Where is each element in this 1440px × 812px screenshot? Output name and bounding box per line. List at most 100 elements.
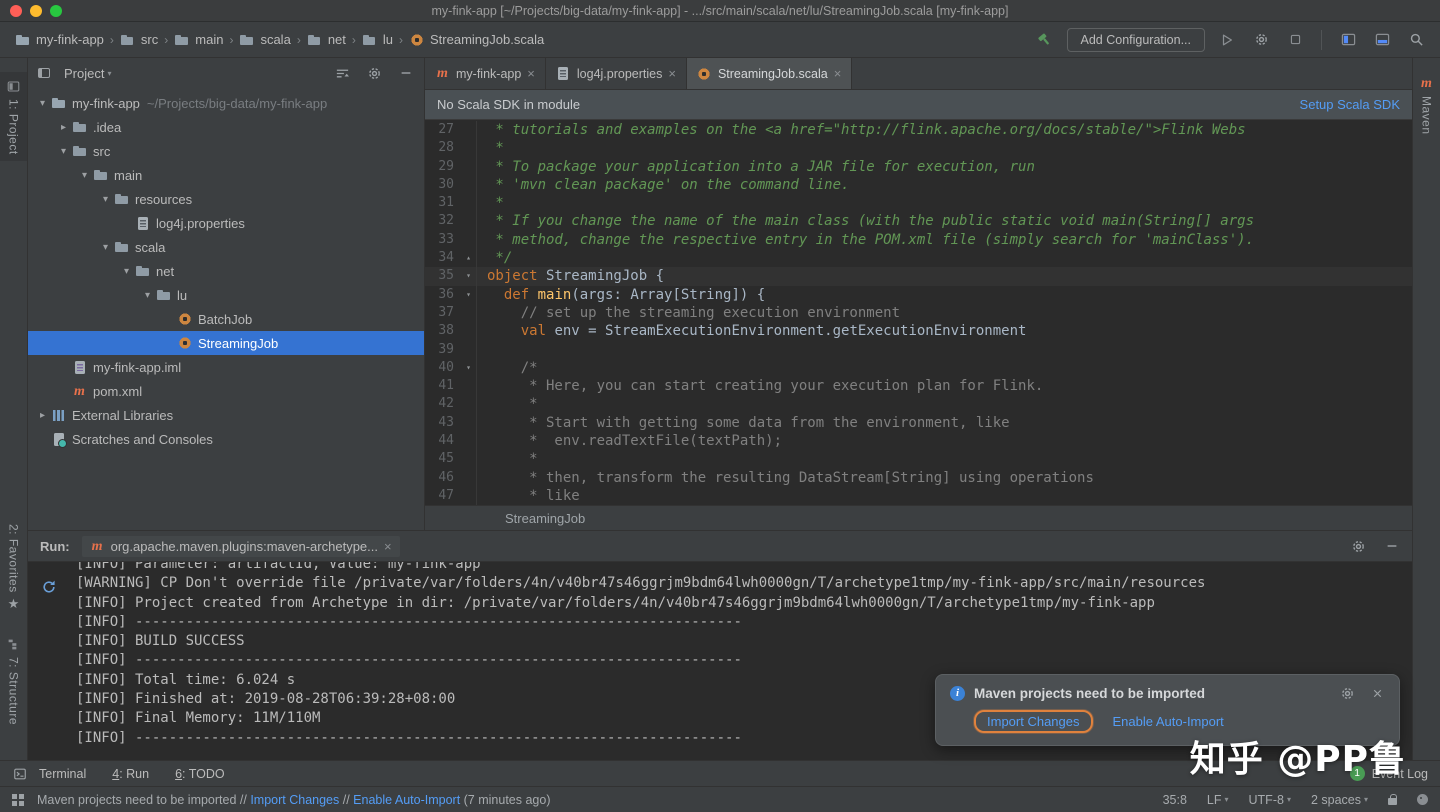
code-line-43[interactable]: 43 * Start with getting some data from t… bbox=[425, 414, 1412, 432]
tree-item-my-fink-app.iml[interactable]: my-fink-app.iml bbox=[28, 355, 424, 379]
rerun-icon[interactable] bbox=[38, 576, 60, 598]
enable-auto-import-link[interactable]: Enable Auto-Import bbox=[1113, 714, 1224, 729]
editor-tab-my-fink-app[interactable]: my-fink-app× bbox=[425, 58, 546, 89]
status-import-changes-link[interactable]: Import Changes bbox=[250, 793, 339, 807]
tree-toggle-icon[interactable]: ▾ bbox=[55, 146, 72, 157]
code-line-34[interactable]: 34▴ */ bbox=[425, 249, 1412, 267]
tree-item-.idea[interactable]: ▸.idea bbox=[28, 115, 424, 139]
tool-window-button-6-todo[interactable]: 6: TODO bbox=[175, 766, 225, 781]
code-line-31[interactable]: 31 * bbox=[425, 194, 1412, 212]
tab-close-icon[interactable]: × bbox=[834, 67, 842, 80]
breadcrumb-item-my-fink-app[interactable]: my-fink-app bbox=[12, 30, 107, 49]
readonly-lock-icon[interactable] bbox=[1388, 798, 1397, 805]
fold-marker-icon[interactable]: ▾ bbox=[461, 286, 477, 304]
tree-toggle-icon[interactable]: ▸ bbox=[55, 122, 72, 133]
tool-window-switcher-icon[interactable] bbox=[12, 794, 17, 799]
stop-icon[interactable] bbox=[1283, 28, 1307, 52]
code-line-39[interactable]: 39 bbox=[425, 341, 1412, 359]
tree-item-lu[interactable]: ▾lu bbox=[28, 283, 424, 307]
tree-item-net[interactable]: ▾net bbox=[28, 259, 424, 283]
tree-item-src[interactable]: ▾src bbox=[28, 139, 424, 163]
tab-close-icon[interactable]: × bbox=[384, 540, 392, 553]
code-line-28[interactable]: 28 * bbox=[425, 139, 1412, 157]
tree-item-streamingjob[interactable]: StreamingJob bbox=[28, 331, 424, 355]
breadcrumb-item-src[interactable]: src bbox=[117, 30, 161, 49]
code-line-42[interactable]: 42 * bbox=[425, 395, 1412, 413]
editor-breadcrumb-item[interactable]: StreamingJob bbox=[505, 511, 585, 526]
code-line-29[interactable]: 29 * To package your application into a … bbox=[425, 158, 1412, 176]
breadcrumb-item-main[interactable]: main bbox=[171, 30, 226, 49]
fold-marker-icon[interactable]: ▾ bbox=[461, 359, 477, 377]
indent-widget[interactable]: 2 spaces▾ bbox=[1311, 793, 1368, 807]
code-line-38[interactable]: 38 val env = StreamExecutionEnvironment.… bbox=[425, 322, 1412, 340]
run-hide-icon[interactable] bbox=[1384, 538, 1400, 554]
gear-icon[interactable] bbox=[1249, 28, 1273, 52]
search-icon[interactable] bbox=[1404, 28, 1428, 52]
hector-inspections-icon[interactable] bbox=[1417, 794, 1428, 805]
close-window-button[interactable] bbox=[10, 5, 22, 17]
view-options-icon[interactable] bbox=[334, 65, 350, 81]
add-configuration-button[interactable]: Add Configuration... bbox=[1067, 28, 1206, 52]
notification-gear-icon[interactable] bbox=[1339, 685, 1355, 701]
minimize-window-button[interactable] bbox=[30, 5, 42, 17]
project-structure-icon[interactable] bbox=[1336, 28, 1360, 52]
tree-item-scala[interactable]: ▾scala bbox=[28, 235, 424, 259]
tree-item-log4j.properties[interactable]: log4j.properties bbox=[28, 211, 424, 235]
code-line-33[interactable]: 33 * method, change the respective entry… bbox=[425, 231, 1412, 249]
code-line-41[interactable]: 41 * Here, you can start creating your e… bbox=[425, 377, 1412, 395]
tab-close-icon[interactable]: × bbox=[527, 67, 535, 80]
status-message[interactable]: Maven projects need to be imported // Im… bbox=[37, 793, 551, 807]
code-line-45[interactable]: 45 * bbox=[425, 450, 1412, 468]
tab-close-icon[interactable]: × bbox=[668, 67, 676, 80]
encoding-widget[interactable]: UTF-8▾ bbox=[1249, 793, 1291, 807]
tree-item-external-libraries[interactable]: ▸External Libraries bbox=[28, 403, 424, 427]
code-line-40[interactable]: 40▾ /* bbox=[425, 359, 1412, 377]
favorites-star-icon[interactable]: ★ bbox=[0, 596, 27, 612]
tree-item-resources[interactable]: ▾resources bbox=[28, 187, 424, 211]
gear-icon[interactable] bbox=[366, 65, 382, 81]
tool-window-button-4-run[interactable]: 4: Run bbox=[112, 766, 149, 781]
tree-item-batchjob[interactable]: BatchJob bbox=[28, 307, 424, 331]
tree-item-pom.xml[interactable]: pom.xml bbox=[28, 379, 424, 403]
setup-scala-sdk-link[interactable]: Setup Scala SDK bbox=[1300, 97, 1400, 112]
breadcrumb-item-scala[interactable]: scala bbox=[236, 30, 293, 49]
tree-toggle-icon[interactable]: ▾ bbox=[97, 194, 114, 205]
tree-item-main[interactable]: ▾main bbox=[28, 163, 424, 187]
code-line-27[interactable]: 27 * tutorials and examples on the <a hr… bbox=[425, 121, 1412, 139]
fold-marker-icon[interactable]: ▴ bbox=[461, 249, 477, 267]
notification-close-icon[interactable] bbox=[1369, 685, 1385, 701]
tree-item-my-fink-app[interactable]: ▾my-fink-app~/Projects/big-data/my-fink-… bbox=[28, 91, 424, 115]
tool-window-layout-icon[interactable] bbox=[1370, 28, 1394, 52]
tree-toggle-icon[interactable]: ▾ bbox=[139, 290, 156, 301]
code-line-46[interactable]: 46 * then, transform the resulting DataS… bbox=[425, 469, 1412, 487]
tree-toggle-icon[interactable]: ▾ bbox=[76, 170, 93, 181]
breadcrumb-item-net[interactable]: net bbox=[304, 30, 349, 49]
tree-toggle-icon[interactable]: ▸ bbox=[34, 410, 51, 421]
status-enable-auto-import-link[interactable]: Enable Auto-Import bbox=[353, 793, 460, 807]
fold-marker-icon[interactable]: ▾ bbox=[461, 267, 477, 285]
code-line-32[interactable]: 32 * If you change the name of the main … bbox=[425, 212, 1412, 230]
tree-item-scratches-and-consoles[interactable]: Scratches and Consoles bbox=[28, 427, 424, 451]
tool-button-favorites[interactable]: 2: Favorites bbox=[0, 518, 27, 599]
tool-button-maven[interactable]: Maven bbox=[1413, 70, 1440, 141]
project-view-selector[interactable]: Project ▾ bbox=[64, 66, 111, 81]
tree-toggle-icon[interactable]: ▾ bbox=[34, 98, 51, 109]
run-play-icon[interactable] bbox=[1215, 28, 1239, 52]
run-gear-icon[interactable] bbox=[1350, 538, 1366, 554]
editor-tab-streamingjob.scala[interactable]: StreamingJob.scala× bbox=[687, 58, 852, 89]
code-line-47[interactable]: 47 * like bbox=[425, 487, 1412, 505]
code-line-30[interactable]: 30 * 'mvn clean package' on the command … bbox=[425, 176, 1412, 194]
code-editor[interactable]: 27 * tutorials and examples on the <a hr… bbox=[425, 120, 1412, 505]
code-line-37[interactable]: 37 // set up the streaming execution env… bbox=[425, 304, 1412, 322]
breadcrumb-item-lu[interactable]: lu bbox=[359, 30, 396, 49]
breadcrumb-item-streamingjob.scala[interactable]: StreamingJob.scala bbox=[406, 30, 547, 49]
tool-window-button-terminal[interactable]: Terminal bbox=[12, 766, 86, 781]
import-changes-button[interactable]: Import Changes bbox=[974, 710, 1093, 733]
zoom-window-button[interactable] bbox=[50, 5, 62, 17]
tool-button-structure[interactable]: 7: Structure bbox=[0, 630, 27, 731]
run-configuration-tab[interactable]: org.apache.maven.plugins:maven-archetype… bbox=[82, 536, 400, 557]
code-line-44[interactable]: 44 * env.readTextFile(textPath); bbox=[425, 432, 1412, 450]
tree-toggle-icon[interactable]: ▾ bbox=[97, 242, 114, 253]
code-line-35[interactable]: 35▾object StreamingJob { bbox=[425, 267, 1412, 285]
build-hammer-icon[interactable] bbox=[1033, 28, 1057, 52]
